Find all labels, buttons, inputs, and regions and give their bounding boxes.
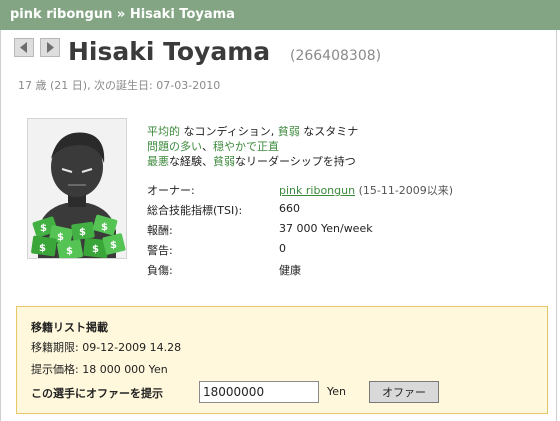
transfer-listing-panel: 移籍リスト掲載 移籍期限: 09-12-2009 14.28 提示価格: 18 … bbox=[16, 306, 548, 414]
svg-text:$: $ bbox=[66, 246, 73, 257]
trait-stamina-link[interactable]: 貧弱 bbox=[278, 125, 300, 138]
arrow-left-icon bbox=[20, 42, 27, 53]
trait-line-personality: 問題の多い、穏やかで正直 bbox=[147, 140, 279, 153]
svg-text:$: $ bbox=[101, 222, 108, 233]
breadcrumb-player: Hisaki Toyama bbox=[129, 7, 235, 22]
tsi-value: 660 bbox=[279, 202, 300, 215]
svg-text:$: $ bbox=[110, 240, 117, 251]
content-border-right bbox=[556, 30, 557, 421]
warnings-value: 0 bbox=[279, 242, 286, 255]
player-traits: 平均的 なコンディション, 貧弱 なスタミナ 問題の多い、穏やかで正直 最悪な経… bbox=[147, 124, 358, 169]
svg-text:$: $ bbox=[79, 227, 86, 238]
asking-price: 提示価格: 18 000 000 Yen bbox=[31, 363, 168, 376]
trait-form-link[interactable]: 平均的 bbox=[147, 125, 180, 138]
wage-label: 報酬: bbox=[147, 224, 173, 237]
injury-value: 健康 bbox=[279, 264, 301, 277]
owner-label: オーナー: bbox=[147, 184, 195, 197]
previous-player-button[interactable] bbox=[14, 38, 34, 57]
submit-offer-button[interactable]: オファー bbox=[369, 381, 439, 403]
player-silhouette-icon: $ $ $ $ $ $ $ $ bbox=[28, 119, 126, 258]
wage-value: 37 000 Yen/week bbox=[279, 222, 373, 235]
player-age-info: 17 歳 (21 日), 次の誕生日: 07-03-2010 bbox=[18, 79, 221, 92]
offer-label: この選手にオファーを提示 bbox=[31, 387, 163, 400]
breadcrumb: pink ribongun » Hisaki Toyama bbox=[10, 7, 235, 22]
content-border-left bbox=[0, 30, 1, 421]
transfer-heading: 移籍リスト掲載 bbox=[31, 321, 108, 334]
injury-label: 負傷: bbox=[147, 264, 173, 277]
trait-leadership-link[interactable]: 貧弱 bbox=[213, 155, 235, 168]
svg-text:$: $ bbox=[40, 223, 47, 234]
next-player-button[interactable] bbox=[40, 38, 60, 57]
offer-amount-input[interactable] bbox=[199, 381, 319, 403]
svg-text:$: $ bbox=[57, 232, 64, 243]
svg-text:$: $ bbox=[39, 243, 46, 254]
player-name-heading: Hisaki Toyama bbox=[68, 37, 271, 66]
trait-honesty-link[interactable]: 穏やかで正直 bbox=[213, 140, 279, 153]
trait-line-experience-leadership: 最悪な経験、貧弱なリーダーシップを持つ bbox=[147, 155, 356, 168]
player-avatar: $ $ $ $ $ $ $ $ bbox=[27, 118, 127, 259]
warnings-label: 警告: bbox=[147, 244, 173, 257]
trait-experience-link[interactable]: 最悪 bbox=[147, 155, 169, 168]
offer-currency-unit: Yen bbox=[327, 385, 346, 398]
svg-text:$: $ bbox=[92, 244, 99, 255]
trait-line-form-stamina: 平均的 なコンディション, 貧弱 なスタミナ bbox=[147, 125, 359, 138]
title-bar: pink ribongun » Hisaki Toyama bbox=[0, 0, 560, 30]
tsi-label: 総合技能指標(TSI): bbox=[147, 204, 243, 217]
owner-link[interactable]: pink ribongun bbox=[279, 184, 355, 197]
breadcrumb-separator: » bbox=[112, 7, 130, 22]
arrow-right-icon bbox=[47, 42, 54, 53]
player-id: (266408308) bbox=[290, 48, 382, 64]
transfer-deadline: 移籍期限: 09-12-2009 14.28 bbox=[31, 341, 182, 354]
breadcrumb-team-link[interactable]: pink ribongun bbox=[10, 7, 112, 22]
owner-since: (15-11-2009以来) bbox=[355, 184, 454, 197]
trait-agreeability-link[interactable]: 問題の多い bbox=[147, 140, 202, 153]
